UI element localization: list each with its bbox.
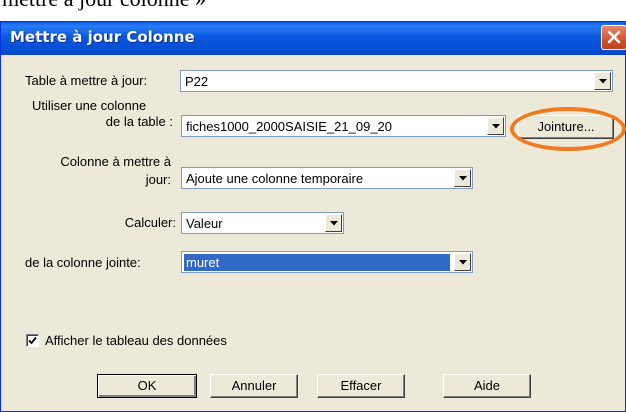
table-label: Table à mettre à jour: — [25, 73, 148, 88]
compute-dropdown-button[interactable] — [325, 214, 342, 232]
title-bar[interactable]: Mettre à jour Colonne — [1, 22, 626, 55]
cancel-button[interactable]: Annuler — [210, 374, 298, 398]
highlight-ring — [510, 107, 626, 151]
source-label-line1: Utiliser une colonne — [32, 98, 147, 113]
target-column-value: Ajoute une colonne temporaire — [186, 171, 364, 186]
chevron-down-icon — [330, 221, 338, 226]
checkmark-icon — [28, 336, 37, 345]
joined-column-value: muret — [184, 254, 450, 271]
target-column-dropdown-button[interactable] — [454, 169, 471, 187]
show-table-label[interactable]: Afficher le tableau des données — [45, 333, 227, 348]
document-caption: mettre à jour colonne » — [2, 0, 206, 12]
close-button[interactable] — [601, 25, 626, 50]
target-column-select[interactable]: Ajoute une colonne temporaire — [181, 167, 473, 189]
table-select[interactable]: P22 — [180, 70, 613, 92]
source-label-line2: de la table : — [105, 114, 173, 129]
source-dropdown-button[interactable] — [487, 117, 504, 135]
chevron-down-icon — [459, 176, 467, 181]
ok-button[interactable]: OK — [97, 374, 197, 398]
joined-column-select[interactable]: muret — [181, 251, 473, 273]
compute-label: Calculer: — [124, 215, 176, 230]
chevron-down-icon — [459, 260, 467, 265]
help-button[interactable]: Aide — [443, 374, 531, 398]
window-title: Mettre à jour Colonne — [10, 28, 195, 46]
clear-button[interactable]: Effacer — [317, 374, 405, 398]
column-label-line2: jour: — [145, 172, 171, 187]
table-select-value: P22 — [185, 74, 209, 89]
source-table-select[interactable]: fiches1000_2000SAISIE_21_09_20 — [181, 115, 506, 137]
table-dropdown-button[interactable] — [594, 72, 611, 90]
joined-column-dropdown-button[interactable] — [454, 253, 471, 271]
source-table-value: fiches1000_2000SAISIE_21_09_20 — [186, 119, 393, 134]
show-table-checkbox[interactable] — [26, 334, 39, 347]
column-label-line1: Colonne à mettre à — [60, 154, 171, 169]
update-column-dialog: Mettre à jour Colonne Table à mettre à j… — [0, 21, 626, 412]
compute-value: Valeur — [186, 216, 223, 231]
joined-column-label: de la colonne jointe: — [25, 255, 141, 270]
compute-select[interactable]: Valeur — [181, 212, 344, 234]
close-icon — [607, 30, 621, 44]
chevron-down-icon — [492, 124, 500, 129]
chevron-down-icon — [599, 79, 607, 84]
